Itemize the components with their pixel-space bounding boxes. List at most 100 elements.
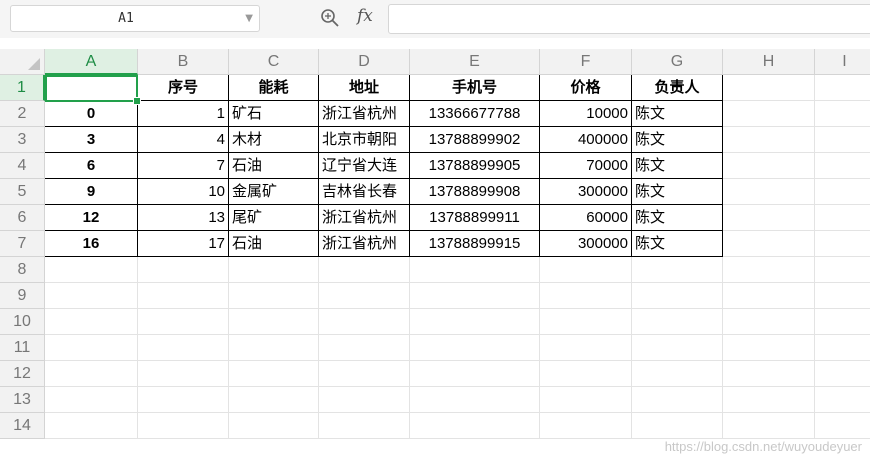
cell-H1[interactable] — [723, 75, 815, 101]
cell-H13[interactable] — [723, 387, 815, 413]
cell-A8[interactable] — [45, 257, 138, 283]
cell-E12[interactable] — [410, 361, 540, 387]
cell-C1[interactable]: 能耗 — [229, 75, 319, 101]
cell-B8[interactable] — [138, 257, 229, 283]
cell-D4[interactable]: 辽宁省大连 — [319, 153, 410, 179]
cell-B13[interactable] — [138, 387, 229, 413]
cell-B6[interactable]: 13 — [138, 205, 229, 231]
cell-E2[interactable]: 13366677788 — [410, 101, 540, 127]
cell-B14[interactable] — [138, 413, 229, 439]
cell-E7[interactable]: 13788899915 — [410, 231, 540, 257]
cell-E14[interactable] — [410, 413, 540, 439]
cell-G14[interactable] — [632, 413, 723, 439]
cell-I5[interactable] — [815, 179, 870, 205]
cell-I10[interactable] — [815, 309, 870, 335]
cell-D9[interactable] — [319, 283, 410, 309]
cell-G13[interactable] — [632, 387, 723, 413]
cell-F1[interactable]: 价格 — [540, 75, 632, 101]
cell-A7[interactable]: 16 — [45, 231, 138, 257]
row-header[interactable]: 9 — [0, 283, 45, 309]
cell-F11[interactable] — [540, 335, 632, 361]
cell-F10[interactable] — [540, 309, 632, 335]
cell-D11[interactable] — [319, 335, 410, 361]
cell-G11[interactable] — [632, 335, 723, 361]
cell-I6[interactable] — [815, 205, 870, 231]
row-header[interactable]: 10 — [0, 309, 45, 335]
cell-C11[interactable] — [229, 335, 319, 361]
row-header[interactable]: 7 — [0, 231, 45, 257]
cell-D1[interactable]: 地址 — [319, 75, 410, 101]
cell-I8[interactable] — [815, 257, 870, 283]
cell-F9[interactable] — [540, 283, 632, 309]
cell-B7[interactable]: 17 — [138, 231, 229, 257]
function-icon[interactable]: fx — [357, 6, 373, 26]
cell-H7[interactable] — [723, 231, 815, 257]
cell-C7[interactable]: 石油 — [229, 231, 319, 257]
cell-B12[interactable] — [138, 361, 229, 387]
cell-G3[interactable]: 陈文 — [632, 127, 723, 153]
cell-A10[interactable] — [45, 309, 138, 335]
cell-A6[interactable]: 12 — [45, 205, 138, 231]
cell-B3[interactable]: 4 — [138, 127, 229, 153]
cell-H8[interactable] — [723, 257, 815, 283]
cell-A2[interactable]: 0 — [45, 101, 138, 127]
cell-E11[interactable] — [410, 335, 540, 361]
column-header[interactable]: G — [632, 49, 723, 75]
cell-G5[interactable]: 陈文 — [632, 179, 723, 205]
cell-A13[interactable] — [45, 387, 138, 413]
row-header[interactable]: 1 — [0, 75, 45, 101]
cell-I7[interactable] — [815, 231, 870, 257]
cell-F2[interactable]: 10000 — [540, 101, 632, 127]
cell-H5[interactable] — [723, 179, 815, 205]
cell-D10[interactable] — [319, 309, 410, 335]
cell-B1[interactable]: 序号 — [138, 75, 229, 101]
cell-H3[interactable] — [723, 127, 815, 153]
cell-F8[interactable] — [540, 257, 632, 283]
column-header[interactable]: H — [723, 49, 815, 75]
cell-A12[interactable] — [45, 361, 138, 387]
cell-C2[interactable]: 矿石 — [229, 101, 319, 127]
cell-I9[interactable] — [815, 283, 870, 309]
row-header[interactable]: 3 — [0, 127, 45, 153]
cell-I3[interactable] — [815, 127, 870, 153]
row-header[interactable]: 14 — [0, 413, 45, 439]
cell-E3[interactable]: 13788899902 — [410, 127, 540, 153]
row-header[interactable]: 6 — [0, 205, 45, 231]
cell-G10[interactable] — [632, 309, 723, 335]
cell-A11[interactable] — [45, 335, 138, 361]
cell-F3[interactable]: 400000 — [540, 127, 632, 153]
column-header[interactable]: D — [319, 49, 410, 75]
cell-A3[interactable]: 3 — [45, 127, 138, 153]
cell-E4[interactable]: 13788899905 — [410, 153, 540, 179]
cell-G1[interactable]: 负责人 — [632, 75, 723, 101]
column-header[interactable]: A — [45, 49, 138, 75]
cell-D13[interactable] — [319, 387, 410, 413]
cell-D6[interactable]: 浙江省杭州 — [319, 205, 410, 231]
cell-I1[interactable] — [815, 75, 870, 101]
column-header[interactable]: B — [138, 49, 229, 75]
cell-E5[interactable]: 13788899908 — [410, 179, 540, 205]
cell-C9[interactable] — [229, 283, 319, 309]
cell-B4[interactable]: 7 — [138, 153, 229, 179]
cell-I12[interactable] — [815, 361, 870, 387]
cell-E6[interactable]: 13788899911 — [410, 205, 540, 231]
row-header[interactable]: 5 — [0, 179, 45, 205]
cell-C14[interactable] — [229, 413, 319, 439]
cell-H12[interactable] — [723, 361, 815, 387]
cell-B2[interactable]: 1 — [138, 101, 229, 127]
cell-C4[interactable]: 石油 — [229, 153, 319, 179]
cell-B10[interactable] — [138, 309, 229, 335]
cell-H4[interactable] — [723, 153, 815, 179]
cell-F4[interactable]: 70000 — [540, 153, 632, 179]
fill-handle[interactable] — [133, 97, 141, 105]
cell-H2[interactable] — [723, 101, 815, 127]
cell-G7[interactable]: 陈文 — [632, 231, 723, 257]
row-header[interactable]: 4 — [0, 153, 45, 179]
row-header[interactable]: 2 — [0, 101, 45, 127]
cell-G4[interactable]: 陈文 — [632, 153, 723, 179]
cell-B9[interactable] — [138, 283, 229, 309]
row-header[interactable]: 12 — [0, 361, 45, 387]
cell-F12[interactable] — [540, 361, 632, 387]
cell-F5[interactable]: 300000 — [540, 179, 632, 205]
cell-G12[interactable] — [632, 361, 723, 387]
